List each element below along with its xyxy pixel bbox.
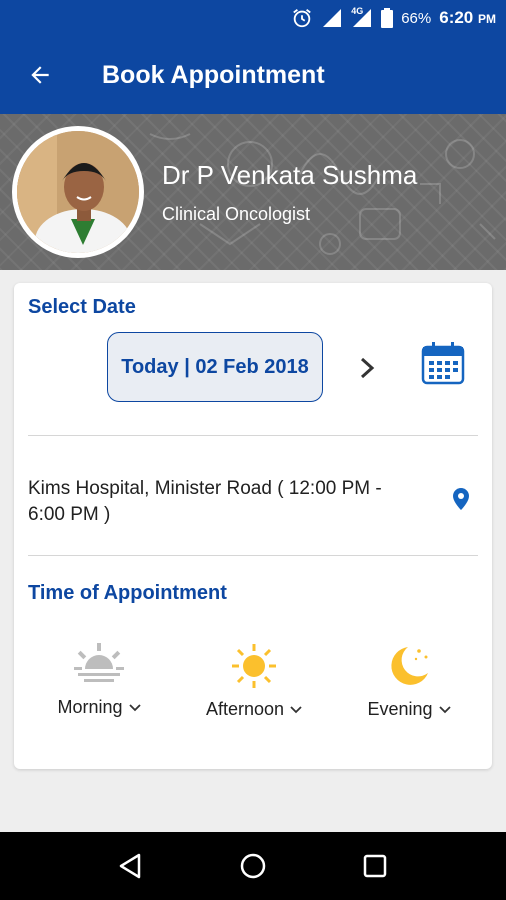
- alarm-icon: [293, 9, 312, 28]
- status-bar: 4G 66% 6:20 PM: [0, 0, 506, 36]
- booking-card: Select Date Today | 02 Feb 2018 Kims Hos…: [14, 283, 492, 769]
- back-button[interactable]: [0, 36, 80, 114]
- location-pin-icon[interactable]: [453, 488, 469, 510]
- chevron-down-icon: [290, 705, 302, 713]
- system-nav-bar: [0, 832, 506, 900]
- morning-label: Morning: [57, 697, 141, 718]
- slot-label-text: Morning: [57, 697, 123, 717]
- clock-time: 6:20: [439, 8, 474, 27]
- evening-slot[interactable]: Evening: [344, 643, 474, 720]
- afternoon-slot[interactable]: Afternoon: [189, 643, 319, 720]
- battery-percent: 66%: [401, 9, 432, 27]
- sunrise-icon: [74, 643, 124, 682]
- morning-slot[interactable]: Morning: [34, 643, 164, 718]
- doctor-photo: [17, 131, 139, 253]
- arrow-left-icon: [31, 66, 49, 84]
- page-title: Book Appointment: [102, 60, 325, 89]
- doctor-banner: [0, 114, 506, 270]
- evening-label: Evening: [367, 699, 451, 720]
- nav-home-button[interactable]: [239, 852, 267, 880]
- time-of-appointment-title: Time of Appointment: [28, 582, 227, 604]
- divider: [28, 555, 478, 556]
- calendar-button[interactable]: [420, 340, 466, 386]
- doctor-name: Dr P Venkata Sushma: [162, 160, 418, 190]
- clock: 6:20 PM: [439, 8, 496, 28]
- doctor-specialty: Clinical Oncologist: [162, 204, 311, 224]
- chevron-right-icon: [360, 357, 375, 379]
- signal-icon: [323, 9, 342, 27]
- doctor-avatar: [12, 126, 144, 258]
- doctor-portrait: [17, 131, 139, 253]
- network-type: 4G: [351, 6, 364, 16]
- afternoon-label: Afternoon: [206, 699, 302, 720]
- chevron-down-icon: [438, 705, 451, 713]
- app-bar: Book Appointment: [0, 36, 506, 114]
- selected-date-button[interactable]: Today | 02 Feb 2018: [107, 332, 323, 402]
- hospital-location[interactable]: Kims Hospital, Minister Road ( 12:00 PM …: [28, 476, 408, 528]
- select-date-title: Select Date: [28, 296, 136, 318]
- slot-label-text: Evening: [367, 699, 433, 719]
- nav-back-button[interactable]: [117, 852, 145, 880]
- divider: [28, 435, 478, 436]
- chevron-down-icon: [128, 703, 141, 711]
- moon-icon: [391, 647, 428, 685]
- battery-icon: [381, 8, 394, 28]
- nav-recents-button[interactable]: [361, 852, 389, 880]
- clock-suffix: PM: [478, 12, 496, 26]
- next-date-button[interactable]: [354, 353, 380, 383]
- calendar-icon: [421, 342, 465, 385]
- sun-icon: [232, 644, 276, 688]
- slot-label-text: Afternoon: [205, 699, 285, 719]
